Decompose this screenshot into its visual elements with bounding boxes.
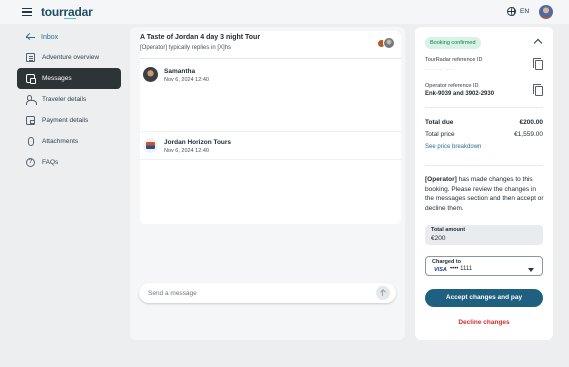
message-input[interactable] (148, 287, 368, 299)
message-sender: Samantha (164, 68, 196, 75)
operator-ref-label: Operator reference ID (425, 83, 479, 89)
sidebar-item-traveler-details[interactable]: Traveler details (17, 89, 121, 110)
card-number: •••• 1111 (450, 266, 473, 272)
send-arrow-icon[interactable] (376, 286, 390, 300)
accept-changes-button[interactable]: Accept changes and pay (425, 289, 543, 307)
sidebar-item-label: Messages (42, 75, 72, 82)
sidebar-item-label: Attachments (42, 138, 79, 145)
sidebar-item-label: Payment details (42, 117, 89, 124)
avatar (143, 67, 158, 82)
divider (140, 131, 401, 132)
chevron-down-icon (528, 268, 534, 272)
back-to-inbox-link[interactable]: Inbox (17, 29, 121, 45)
total-price-row: Total price €1,559.00 (425, 131, 543, 138)
tourradar-ref-label: TourRadar reference ID (425, 57, 483, 63)
copy-icon[interactable] (533, 58, 543, 70)
inbox-label: Inbox (41, 33, 59, 41)
paperclip-icon (27, 137, 34, 146)
changes-notice: [Operator] has made changes to this book… (425, 175, 545, 213)
arrow-left-icon (26, 34, 35, 41)
sidebar-item-payment-details[interactable]: Payment details (17, 110, 121, 131)
price-breakdown-link[interactable]: See price breakdown (425, 144, 481, 150)
decline-changes-button[interactable]: Decline changes (425, 317, 543, 329)
question-icon: ? (26, 158, 35, 167)
logo-underline (64, 18, 76, 20)
messages-icon (26, 74, 36, 84)
divider (140, 159, 401, 160)
booking-panel: Booking confirmed TourRadar reference ID… (415, 27, 553, 340)
participant-avatars (377, 37, 395, 49)
message-sender: Jordan Horizon Tours (164, 139, 232, 146)
total-amount-label: Total amount (431, 227, 466, 233)
message-timestamp: Nov 6, 2024 12:40 (164, 148, 209, 154)
status-badge: Booking confirmed (425, 37, 481, 49)
total-due-row: Total due €200.00 (425, 119, 543, 126)
total-due-label: Total due (425, 119, 454, 126)
total-price-value: €1,559.00 (514, 131, 543, 138)
conversation-header: A Taste of Jordan 4 day 3 night Tour [Op… (140, 31, 401, 59)
user-avatar[interactable] (539, 5, 553, 19)
document-icon (26, 53, 35, 62)
charged-to-select[interactable]: Charged to VISA •••• 1111 (425, 256, 543, 276)
sidebar-item-adventure-overview[interactable]: Adventure overview (17, 47, 121, 68)
sidebar-item-messages[interactable]: Messages (17, 68, 121, 89)
sidebar-item-faqs[interactable]: ? FAQs (17, 152, 121, 173)
language-label: EN (520, 8, 530, 15)
logo[interactable]: tourradar (41, 5, 93, 19)
reply-time-note: [Operator] typically replies in [X]hs (140, 45, 232, 51)
sidebar-item-label: FAQs (42, 159, 59, 166)
menu-icon[interactable] (22, 8, 32, 17)
traveler-avatar (383, 37, 395, 49)
total-amount-field: Total amount €200 (425, 225, 543, 245)
total-amount-value: €200 (431, 235, 446, 242)
tourradar-ref-value: ------ --- (425, 67, 455, 73)
divider (425, 165, 543, 166)
sidebar-item-label: Adventure overview (42, 54, 100, 61)
notice-operator: [Operator] (425, 176, 457, 183)
operator-ref-value: Enk-9039 and 3902-2930 (425, 91, 495, 97)
operator-logo (143, 138, 158, 153)
copy-icon[interactable] (533, 84, 543, 96)
chevron-up-icon[interactable] (533, 38, 543, 48)
language-selector[interactable]: EN (507, 7, 529, 16)
total-price-label: Total price (425, 131, 455, 138)
message-timestamp: Nov 6, 2024 12:40 (164, 77, 209, 83)
visa-icon: VISA (434, 267, 447, 273)
charged-to-label: Charged to (432, 259, 462, 265)
sidebar: Inbox Adventure overview Messages Travel… (17, 29, 121, 173)
conversation-card: A Taste of Jordan 4 day 3 night Tour [Op… (140, 31, 401, 224)
divider (425, 107, 543, 108)
message-item[interactable]: Jordan Horizon Tours Nov 6, 2024 12:40 (140, 136, 401, 166)
top-bar: tourradar EN (0, 0, 569, 24)
sidebar-item-attachments[interactable]: Attachments (17, 131, 121, 152)
wallet-icon (26, 116, 35, 125)
sidebar-item-label: Traveler details (42, 96, 87, 103)
tour-title: A Taste of Jordan 4 day 3 night Tour (140, 34, 261, 41)
message-composer (139, 283, 396, 303)
people-icon (26, 95, 37, 105)
total-due-value: €200.00 (519, 119, 544, 126)
globe-icon (507, 7, 516, 16)
message-item[interactable]: Samantha Nov 6, 2024 12:40 (140, 65, 401, 95)
